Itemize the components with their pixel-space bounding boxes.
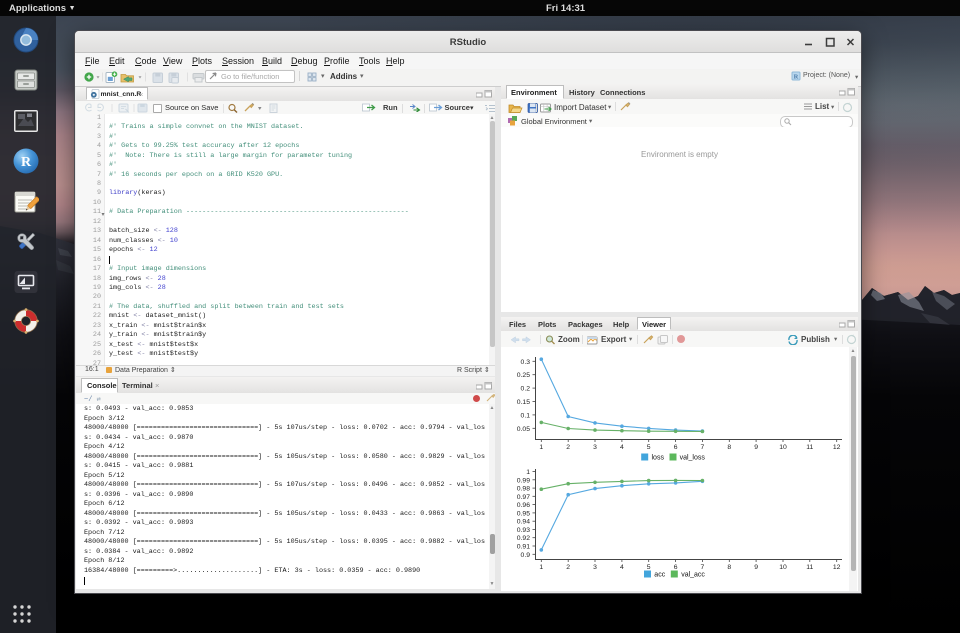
svg-text:0.93: 0.93 bbox=[517, 527, 530, 534]
svg-text:0.3: 0.3 bbox=[521, 359, 531, 366]
svg-text:7: 7 bbox=[701, 444, 705, 451]
svg-text:0.25: 0.25 bbox=[517, 372, 530, 379]
svg-text:0.99: 0.99 bbox=[517, 477, 530, 484]
svg-text:0.92: 0.92 bbox=[517, 535, 530, 542]
svg-text:11: 11 bbox=[806, 444, 813, 451]
svg-text:3: 3 bbox=[593, 564, 597, 571]
svg-text:9: 9 bbox=[754, 444, 758, 451]
svg-text:4: 4 bbox=[620, 444, 624, 451]
svg-text:2: 2 bbox=[566, 444, 570, 451]
svg-text:1: 1 bbox=[539, 564, 543, 571]
svg-text:10: 10 bbox=[779, 444, 787, 451]
svg-text:5: 5 bbox=[647, 444, 651, 451]
svg-text:R: R bbox=[794, 74, 799, 81]
svg-text:7: 7 bbox=[701, 564, 705, 571]
svg-text:0.1: 0.1 bbox=[521, 412, 531, 419]
svg-text:0.9: 0.9 bbox=[521, 552, 531, 559]
svg-text:acc: acc bbox=[654, 572, 665, 579]
svg-text:0.95: 0.95 bbox=[517, 510, 530, 517]
svg-text:9: 9 bbox=[754, 564, 758, 571]
svg-text:4: 4 bbox=[620, 564, 624, 571]
svg-text:1: 1 bbox=[539, 444, 543, 451]
svg-text:8: 8 bbox=[727, 564, 731, 571]
svg-text:0.91: 0.91 bbox=[517, 544, 530, 551]
svg-text:12: 12 bbox=[833, 444, 841, 451]
svg-text:loss: loss bbox=[652, 455, 665, 462]
svg-text:10: 10 bbox=[779, 564, 787, 571]
svg-text:6: 6 bbox=[674, 564, 678, 571]
svg-text:5: 5 bbox=[647, 564, 651, 571]
svg-text:R: R bbox=[21, 155, 32, 170]
svg-text:6: 6 bbox=[674, 444, 678, 451]
svg-text:11: 11 bbox=[806, 564, 813, 571]
svg-text:0.94: 0.94 bbox=[517, 519, 530, 526]
svg-text:val_loss: val_loss bbox=[680, 455, 706, 462]
svg-text:0.2: 0.2 bbox=[521, 386, 531, 393]
svg-text:0.97: 0.97 bbox=[517, 494, 530, 501]
svg-text:12: 12 bbox=[833, 564, 841, 571]
svg-text:1: 1 bbox=[526, 469, 530, 476]
svg-text:0.98: 0.98 bbox=[517, 486, 530, 493]
svg-text:3: 3 bbox=[593, 444, 597, 451]
svg-text:0.15: 0.15 bbox=[517, 399, 530, 406]
svg-text:2: 2 bbox=[566, 564, 570, 571]
svg-text:0.96: 0.96 bbox=[517, 502, 530, 509]
svg-text:0.05: 0.05 bbox=[517, 426, 530, 433]
svg-text:8: 8 bbox=[727, 444, 731, 451]
svg-text:val_acc: val_acc bbox=[681, 572, 705, 579]
